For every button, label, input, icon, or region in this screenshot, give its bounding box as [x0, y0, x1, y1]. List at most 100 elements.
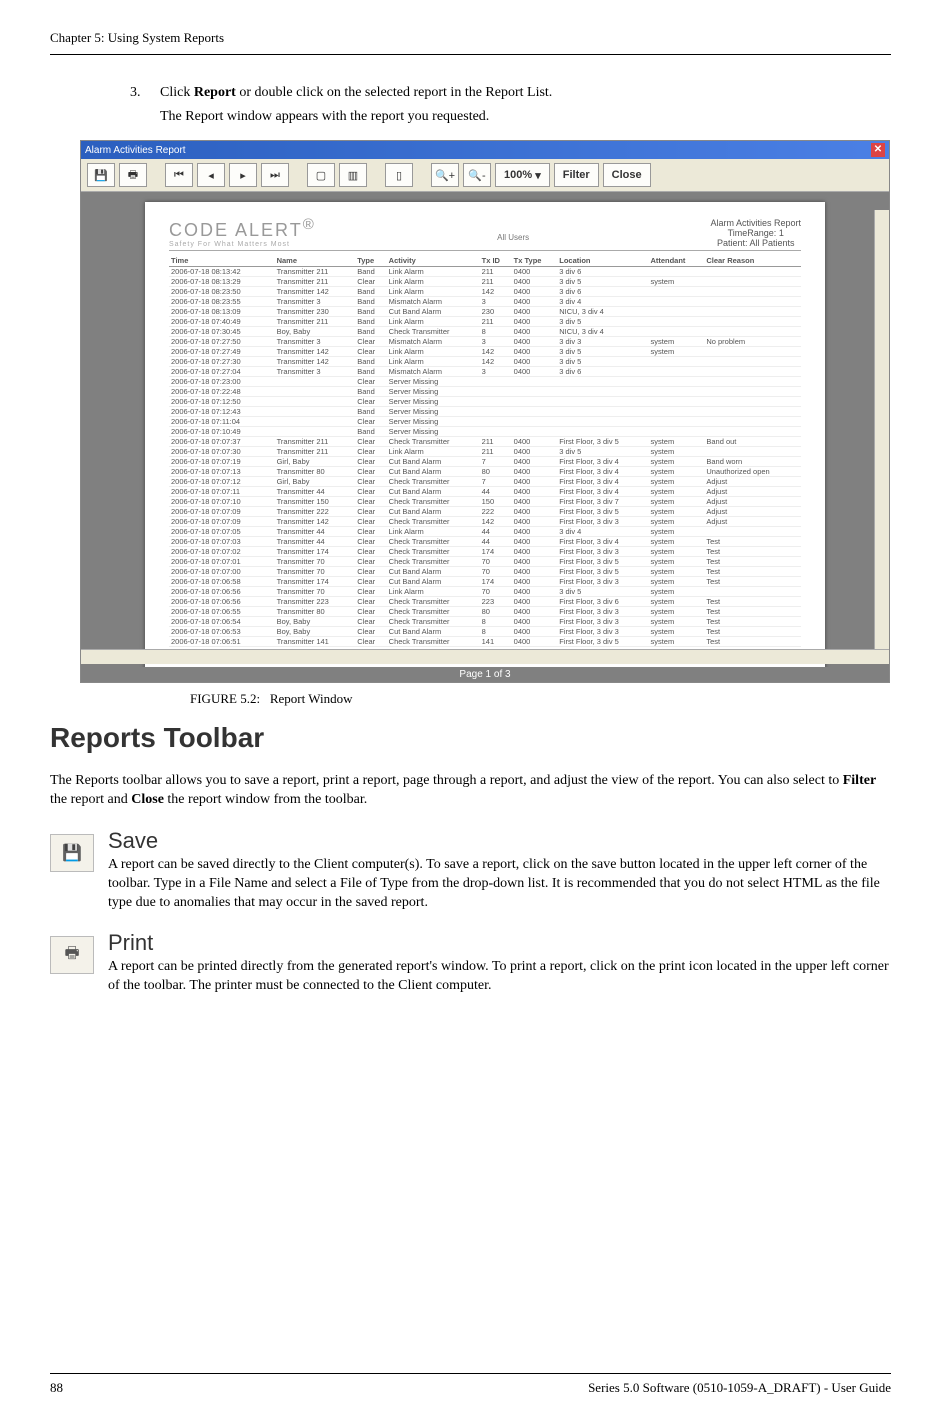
table-cell: system	[648, 507, 704, 517]
table-cell: 0400	[512, 267, 558, 277]
table-cell: 2006-07-18 07:12:50	[169, 397, 275, 407]
table-cell: Transmitter 211	[275, 437, 356, 447]
table-cell: Band	[355, 317, 386, 327]
save-button[interactable]: 💾	[87, 163, 115, 187]
table-cell: Band	[355, 357, 386, 367]
figure-caption: FIGURE 5.2: Report Window	[190, 691, 890, 707]
table-cell: 0400	[512, 507, 558, 517]
zoom-out-button[interactable]: 🔍-	[463, 163, 491, 187]
table-cell	[512, 397, 558, 407]
table-cell: Clear	[355, 497, 386, 507]
table-cell: 3 div 4	[557, 297, 648, 307]
first-page-button[interactable]: ⏮	[165, 163, 193, 187]
prev-page-button[interactable]: ◂	[197, 163, 225, 187]
horizontal-scrollbar[interactable]	[81, 649, 889, 664]
table-cell: Transmitter 230	[275, 307, 356, 317]
table-cell: First Floor, 3 div 5	[557, 567, 648, 577]
report-viewport: CODE ALERT® Safety For What Matters Most…	[81, 192, 889, 682]
table-cell: Adjust	[704, 507, 801, 517]
last-page-button[interactable]: ⏭	[261, 163, 289, 187]
report-page: CODE ALERT® Safety For What Matters Most…	[145, 202, 825, 673]
table-cell: 2006-07-18 07:22:48	[169, 387, 275, 397]
table-cell: 0400	[512, 337, 558, 347]
table-cell: Unauthorized open	[704, 467, 801, 477]
table-cell: system	[648, 567, 704, 577]
zoom-in-button[interactable]: 🔍+	[431, 163, 459, 187]
report-table: TimeNameTypeActivityTx IDTx TypeLocation…	[169, 255, 801, 647]
table-row: 2006-07-18 07:23:00ClearServer Missing	[169, 377, 801, 387]
table-cell: system	[648, 277, 704, 287]
close-button[interactable]: Close	[603, 163, 651, 187]
close-icon[interactable]: ✕	[871, 143, 885, 157]
zoom-level[interactable]: 100% ▾	[495, 163, 550, 187]
table-cell: 2006-07-18 07:06:51	[169, 637, 275, 647]
table-cell	[275, 377, 356, 387]
table-cell: Adjust	[704, 517, 801, 527]
table-cell: First Floor, 3 div 3	[557, 617, 648, 627]
multi-view-button[interactable]: ▥	[339, 163, 367, 187]
table-cell: 223	[480, 597, 512, 607]
table-cell	[648, 327, 704, 337]
save-icon: 💾	[94, 169, 108, 182]
table-cell: Test	[704, 627, 801, 637]
next-page-button[interactable]: ▸	[229, 163, 257, 187]
table-cell: First Floor, 3 div 7	[557, 497, 648, 507]
prev-icon: ◂	[208, 169, 214, 182]
save-tool-icon: 💾	[50, 834, 94, 872]
zoom-out-icon: 🔍-	[468, 169, 485, 182]
table-row: 2006-07-18 07:12:50ClearServer Missing	[169, 397, 801, 407]
table-cell	[648, 297, 704, 307]
table-cell	[557, 427, 648, 437]
table-cell: 2006-07-18 07:07:10	[169, 497, 275, 507]
table-row: 2006-07-18 07:07:11Transmitter 44ClearCu…	[169, 487, 801, 497]
table-cell: Server Missing	[387, 417, 480, 427]
last-icon: ⏭	[270, 169, 280, 182]
table-row: 2006-07-18 07:06:58Transmitter 174ClearC…	[169, 577, 801, 587]
table-cell: 70	[480, 587, 512, 597]
table-cell: 0400	[512, 467, 558, 477]
table-cell: Mismatch Alarm	[387, 337, 480, 347]
table-cell: Cut Band Alarm	[387, 567, 480, 577]
table-cell: Transmitter 70	[275, 587, 356, 597]
table-cell: Link Alarm	[387, 277, 480, 287]
vertical-scrollbar[interactable]	[874, 210, 889, 650]
table-cell: 0400	[512, 487, 558, 497]
table-cell: Clear	[355, 437, 386, 447]
table-cell: First Floor, 3 div 3	[557, 547, 648, 557]
table-cell: 3 div 5	[557, 587, 648, 597]
table-cell: Clear	[355, 517, 386, 527]
table-cell: 0400	[512, 557, 558, 567]
table-cell	[557, 417, 648, 427]
filter-button[interactable]: Filter	[554, 163, 599, 187]
table-cell: 70	[480, 567, 512, 577]
table-cell: system	[648, 437, 704, 447]
table-cell: system	[648, 637, 704, 647]
table-cell	[704, 447, 801, 457]
table-cell: Check Transmitter	[387, 607, 480, 617]
table-cell: Transmitter 44	[275, 537, 356, 547]
page-width-button[interactable]: ▯	[385, 163, 413, 187]
column-header: Clear Reason	[704, 255, 801, 267]
table-cell: Test	[704, 537, 801, 547]
table-cell: Band	[355, 287, 386, 297]
table-cell: First Floor, 3 div 4	[557, 457, 648, 467]
table-row: 2006-07-18 07:07:30Transmitter 211ClearL…	[169, 447, 801, 457]
table-cell: 211	[480, 437, 512, 447]
table-cell: 0400	[512, 537, 558, 547]
table-cell: 2006-07-18 07:06:53	[169, 627, 275, 637]
column-header: Time	[169, 255, 275, 267]
table-cell: Band out	[704, 437, 801, 447]
print-button[interactable]: 🖶	[119, 163, 147, 187]
single-view-button[interactable]: ▢	[307, 163, 335, 187]
table-cell: system	[648, 337, 704, 347]
figure-text: Report Window	[270, 691, 353, 706]
table-cell: 2006-07-18 07:06:56	[169, 587, 275, 597]
table-cell: 0400	[512, 527, 558, 537]
table-cell	[557, 397, 648, 407]
table-cell: Check Transmitter	[387, 327, 480, 337]
table-cell: 8	[480, 617, 512, 627]
table-cell: Band worn	[704, 457, 801, 467]
table-cell: Link Alarm	[387, 587, 480, 597]
table-cell: Transmitter 211	[275, 317, 356, 327]
table-cell: Check Transmitter	[387, 477, 480, 487]
